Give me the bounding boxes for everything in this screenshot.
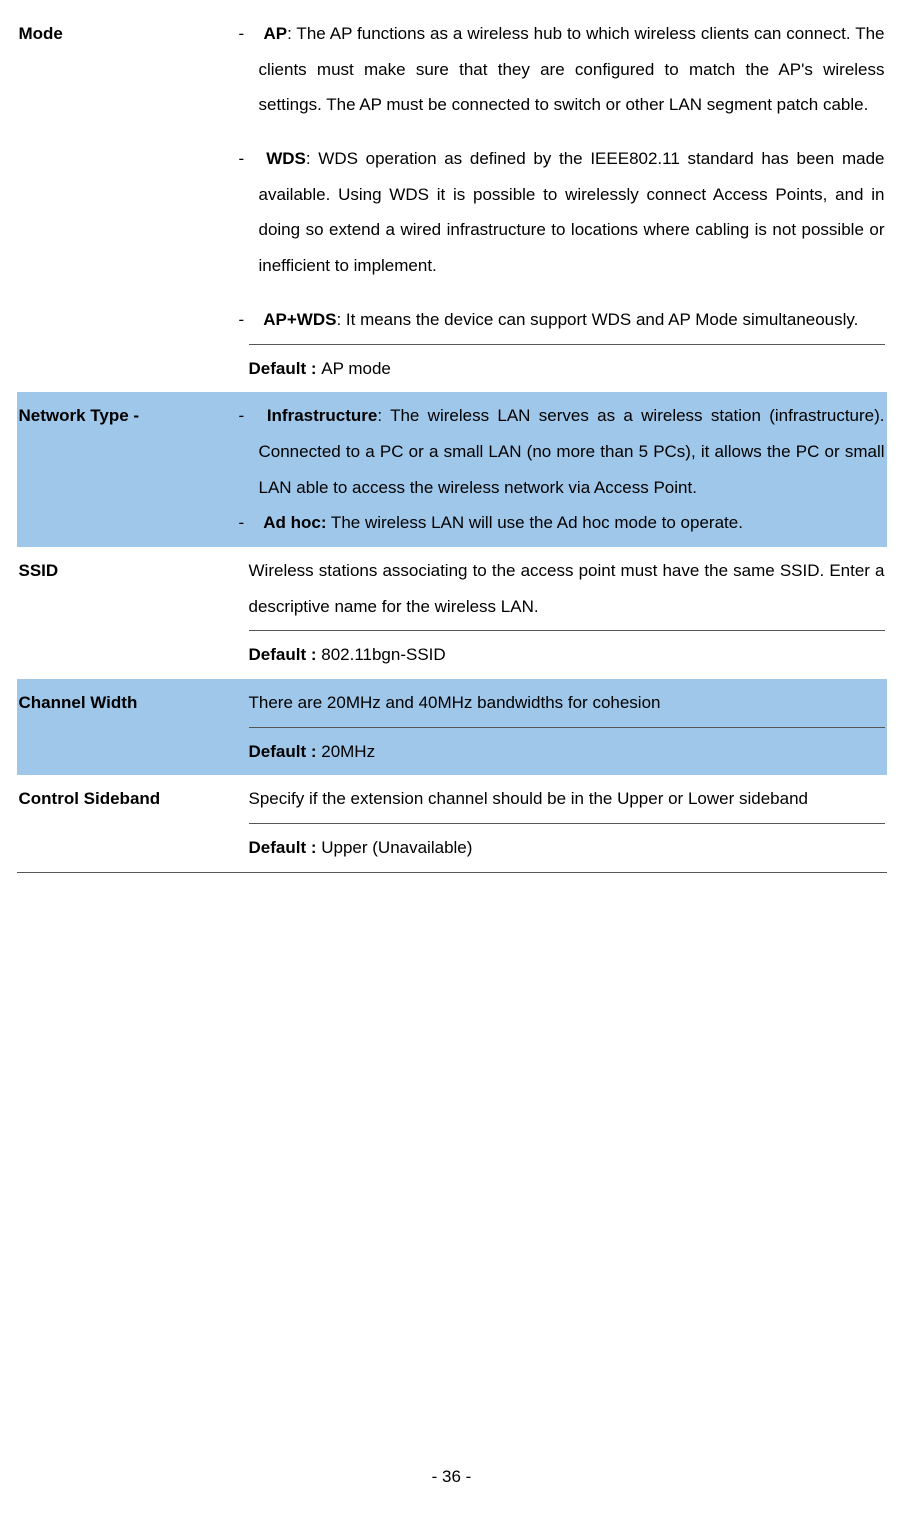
ssid-default: Default : 802.11bgn-SSID [249,637,885,673]
label-channel-width: Channel Width [17,679,247,775]
divider [249,630,885,631]
mode-wds-item: - WDS: WDS operation as defined by the I… [249,141,885,284]
bullet-dash: - [249,398,259,434]
page-container: Mode - AP: The AP functions as a wireles… [0,10,903,1515]
default-label: Default : [249,645,322,664]
default-value: AP mode [321,359,391,378]
desc-control-sideband: Specify if the extension channel should … [247,775,887,872]
bullet-dash: - [249,505,259,541]
network-adhoc-item: - Ad hoc: The wireless LAN will use the … [249,505,885,541]
divider [249,823,885,824]
label-ssid: SSID [17,547,247,679]
mode-ap-text: : The AP functions as a wireless hub to … [259,24,885,114]
network-adhoc-text: The wireless LAN will use the Ad hoc mod… [327,513,743,532]
mode-default: Default : AP mode [249,351,885,387]
row-channel-width: Channel Width There are 20MHz and 40MHz … [17,679,887,775]
divider [249,727,885,728]
mode-ap-item: - AP: The AP functions as a wireless hub… [249,16,885,123]
default-value: 20MHz [321,742,375,761]
page-number: - 36 - [0,1467,903,1487]
settings-table: Mode - AP: The AP functions as a wireles… [17,10,887,873]
default-label: Default : [249,742,322,761]
row-network-type: Network Type - - Infrastructure: The wir… [17,392,887,547]
label-control-sideband: Control Sideband [17,775,247,872]
default-label: Default : [249,359,322,378]
mode-wds-bold: WDS [266,149,306,168]
mode-apwds-item: - AP+WDS: It means the device can suppor… [249,302,885,338]
bullet-dash: - [249,16,259,52]
chwidth-default: Default : 20MHz [249,734,885,770]
bullet-dash: - [249,302,259,338]
label-network-type: Network Type - [17,392,247,547]
mode-wds-text: : WDS operation as defined by the IEEE80… [259,149,885,275]
desc-mode: - AP: The AP functions as a wireless hub… [247,10,887,392]
row-mode: Mode - AP: The AP functions as a wireles… [17,10,887,392]
mode-ap-bold: AP [263,24,287,43]
chwidth-text: There are 20MHz and 40MHz bandwidths for… [249,685,885,721]
network-infra-bold: Infrastructure [267,406,378,425]
row-ssid: SSID Wireless stations associating to th… [17,547,887,679]
mode-apwds-bold: AP+WDS [263,310,336,329]
sideband-default: Default : Upper (Unavailable) [249,830,885,866]
sideband-text: Specify if the extension channel should … [249,781,885,817]
default-value: 802.11bgn-SSID [321,645,445,664]
bullet-dash: - [249,141,259,177]
label-mode: Mode [17,10,247,392]
desc-ssid: Wireless stations associating to the acc… [247,547,887,679]
mode-apwds-text: : It means the device can support WDS an… [336,310,858,329]
network-infra-item: - Infrastructure: The wireless LAN serve… [249,398,885,505]
desc-channel-width: There are 20MHz and 40MHz bandwidths for… [247,679,887,775]
divider [249,344,885,345]
ssid-text: Wireless stations associating to the acc… [249,553,885,624]
network-adhoc-bold: Ad hoc: [263,513,326,532]
default-label: Default : [249,838,322,857]
row-control-sideband: Control Sideband Specify if the extensio… [17,775,887,872]
default-value: Upper (Unavailable) [321,838,472,857]
desc-network-type: - Infrastructure: The wireless LAN serve… [247,392,887,547]
